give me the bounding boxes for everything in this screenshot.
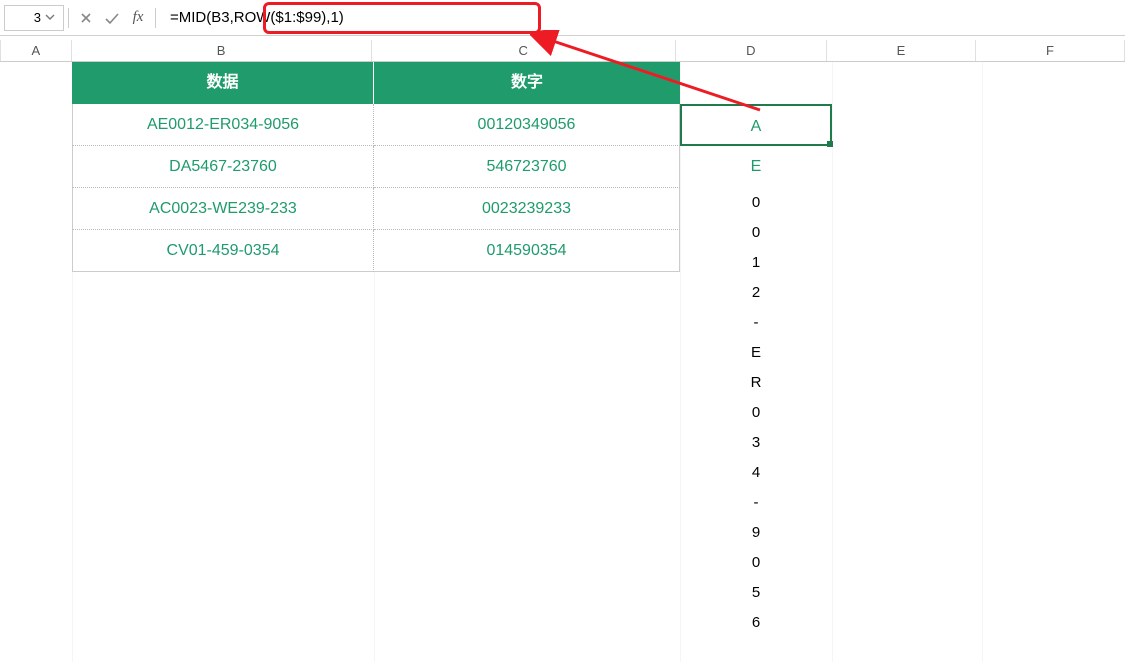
- table-header-row: 数据 数字: [72, 62, 680, 104]
- spill-cell[interactable]: 6: [680, 608, 832, 638]
- separator: [155, 8, 156, 28]
- spill-column-d: A E 0 0 1 2 - E R 0 3 4 - 9 0 5 6: [680, 104, 832, 638]
- spill-cell[interactable]: E: [680, 338, 832, 368]
- table-row: AC0023-WE239-233 0023239233: [72, 188, 680, 230]
- col-header-c[interactable]: C: [372, 40, 676, 61]
- col-header-a[interactable]: A: [0, 40, 72, 61]
- separator: [68, 8, 69, 28]
- table-row: DA5467-23760 546723760: [72, 146, 680, 188]
- spill-cell[interactable]: 0: [680, 188, 832, 218]
- name-box[interactable]: 3: [4, 5, 64, 31]
- cell-data[interactable]: AE0012-ER034-9056: [72, 104, 374, 146]
- spill-cell[interactable]: 0: [680, 218, 832, 248]
- formula-bar: 3 fx: [0, 0, 1125, 36]
- name-box-value: 3: [34, 10, 41, 25]
- active-cell[interactable]: A: [680, 104, 832, 146]
- cell-data[interactable]: DA5467-23760: [72, 146, 374, 188]
- fx-label: fx: [133, 9, 144, 26]
- spill-cell[interactable]: 4: [680, 458, 832, 488]
- spill-cell[interactable]: -: [680, 308, 832, 338]
- data-table: 数据 数字 AE0012-ER034-9056 00120349056 DA54…: [72, 62, 680, 272]
- cell-data[interactable]: AC0023-WE239-233: [72, 188, 374, 230]
- spill-cell[interactable]: 3: [680, 428, 832, 458]
- col-header-b[interactable]: B: [72, 40, 372, 61]
- col-header-d[interactable]: D: [676, 40, 827, 61]
- cell-number[interactable]: 546723760: [374, 146, 680, 188]
- cancel-formula-button[interactable]: [73, 5, 99, 31]
- fx-button[interactable]: fx: [125, 5, 151, 31]
- spill-cell[interactable]: 2: [680, 278, 832, 308]
- spill-cell[interactable]: -: [680, 488, 832, 518]
- table-row: CV01-459-0354 014590354: [72, 230, 680, 272]
- cell-number[interactable]: 0023239233: [374, 188, 680, 230]
- cell-data[interactable]: CV01-459-0354: [72, 230, 374, 272]
- spreadsheet-grid[interactable]: 数据 数字 AE0012-ER034-9056 00120349056 DA54…: [0, 62, 1125, 662]
- header-number[interactable]: 数字: [374, 62, 680, 104]
- spill-cell[interactable]: 9: [680, 518, 832, 548]
- spill-cell[interactable]: R: [680, 368, 832, 398]
- chevron-down-icon[interactable]: [45, 10, 55, 25]
- cell-number[interactable]: 00120349056: [374, 104, 680, 146]
- formula-input[interactable]: [160, 5, 1121, 31]
- table-row: AE0012-ER034-9056 00120349056: [72, 104, 680, 146]
- col-header-e[interactable]: E: [827, 40, 976, 61]
- spill-cell[interactable]: 0: [680, 548, 832, 578]
- header-data[interactable]: 数据: [72, 62, 374, 104]
- spill-cell[interactable]: E: [680, 146, 832, 188]
- cell-number[interactable]: 014590354: [374, 230, 680, 272]
- column-headers: A B C D E F: [0, 40, 1125, 62]
- spill-cell[interactable]: 0: [680, 398, 832, 428]
- spill-cell[interactable]: 1: [680, 248, 832, 278]
- col-header-f[interactable]: F: [976, 40, 1125, 61]
- enter-formula-button[interactable]: [99, 5, 125, 31]
- spill-cell[interactable]: 5: [680, 578, 832, 608]
